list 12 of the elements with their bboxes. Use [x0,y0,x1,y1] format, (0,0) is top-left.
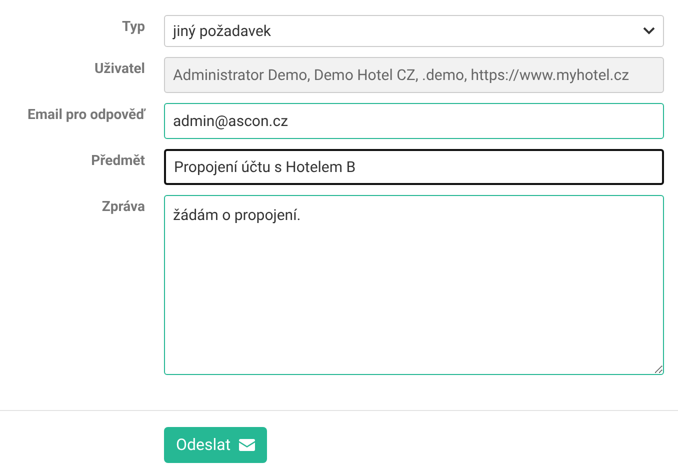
field-label: Zpráva [102,198,145,217]
field-label: Email pro odpověď [28,106,145,125]
field-label: Uživatel [94,60,145,79]
type-select[interactable]: jiný požadavek [164,15,664,47]
input-field[interactable]: admin@ascon.cz [164,103,664,139]
user-field: Administrator Demo, Demo Hotel CZ, .demo, https://www.myhotel.cz [164,57,664,93]
input-field[interactable]: Propojení účtu s Hotelem B [164,149,664,185]
chevron-down-icon [643,27,655,35]
message-field[interactable]: žádám o propojení. [164,195,664,375]
field-label: Typ [122,18,145,37]
envelope-icon [238,439,255,451]
field-label: Předmět [91,152,145,171]
